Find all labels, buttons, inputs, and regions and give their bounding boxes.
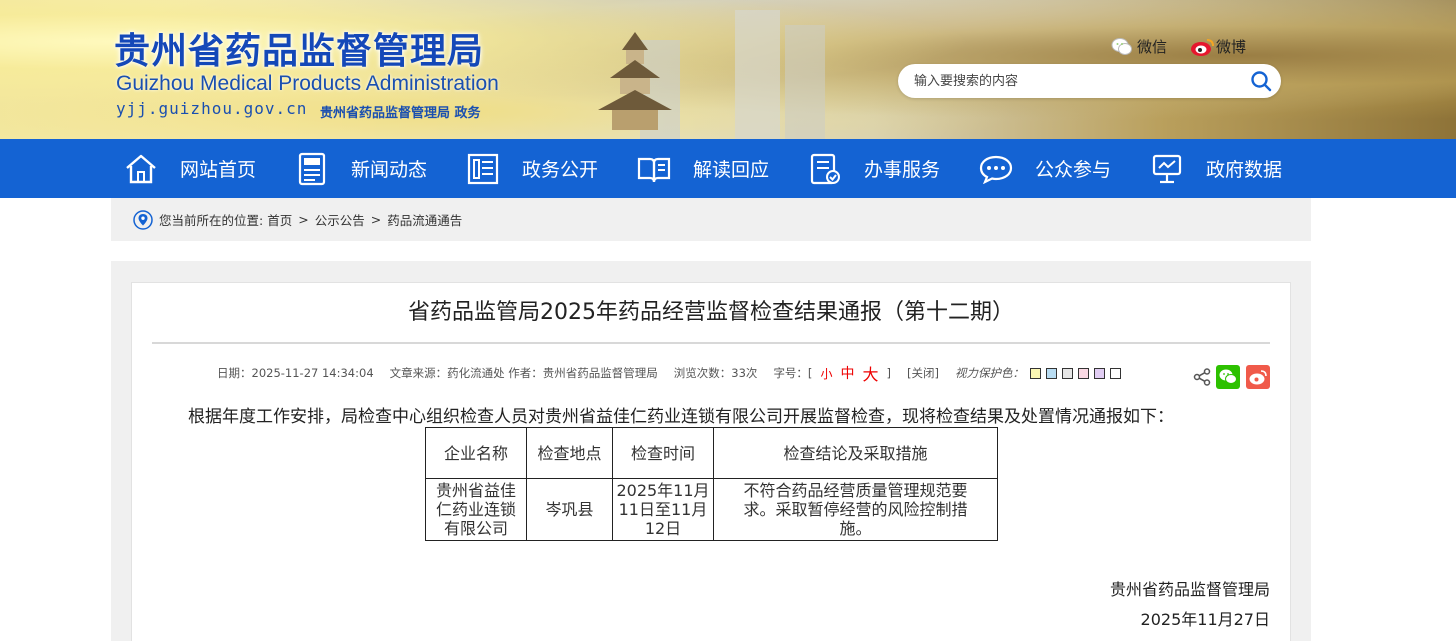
wechat-icon [1219, 369, 1237, 384]
search-input[interactable] [898, 64, 1241, 98]
close-window-link[interactable]: [关闭] [907, 365, 939, 381]
font-size-medium-button[interactable]: 中 [840, 363, 854, 383]
site-tag: 贵州省药品监督管理局 政务 [320, 106, 481, 121]
open-book-icon [637, 152, 671, 186]
nav-item-news[interactable]: 新闻动态 [281, 139, 452, 198]
color-swatch-gray[interactable] [1061, 367, 1073, 379]
eye-protection-label: 视力保护色： [954, 366, 1024, 380]
header-company: 企业名称 [425, 427, 527, 479]
weibo-icon [1190, 37, 1214, 57]
search-bar [898, 64, 1281, 98]
location-pin-icon [133, 209, 153, 230]
document-list-icon [466, 152, 500, 186]
header-conclusion: 检查结论及采取措施 [713, 427, 998, 479]
nav-item-gov-affairs[interactable]: 政务公开 [452, 139, 623, 198]
nav-item-gov-data[interactable]: 政府数据 [1136, 139, 1307, 198]
nav-item-services[interactable]: 办事服务 [794, 139, 965, 198]
font-size-small-button[interactable]: 小 [820, 365, 832, 382]
breadcrumb-circulation-link[interactable]: 药品流通通告 [387, 210, 462, 229]
header-location: 检查地点 [526, 427, 613, 479]
article-views: 浏览次数：33次 [673, 366, 758, 380]
breadcrumb: 您当前所在的位置: 首页 > 公示公告 > 药品流通通告 [111, 198, 1311, 241]
nav-label: 公众参与 [1035, 159, 1112, 181]
cell-time: 2025年11月11日至11月12日 [612, 478, 714, 541]
header-banner: 贵州省药品监督管理局 Guizhou Medical Products Admi… [0, 0, 1456, 139]
article-title: 省药品监管局2025年药品经营监督检查结果通报（第十二期） [408, 300, 1014, 325]
inspection-result-table: 企业名称 检查地点 检查时间 检查结论及采取措施 贵州省益佳仁药业连锁有限公司 … [425, 427, 998, 541]
article-meta: 日期：2025-11-27 14:34:04 文章来源：药化流通处 作者：贵州省… [217, 361, 1121, 385]
cell-conclusion: 不符合药品经营质量管理规范要求。采取暂停经营的风险控制措施。 [713, 478, 998, 541]
pagoda-illustration [598, 32, 672, 130]
title-divider [152, 342, 1270, 344]
main-nav: 网站首页 新闻动态 政务公开 解读回应 办事服务 公众参与 政府数据 [0, 139, 1456, 198]
article-intro: 根据年度工作安排，局检查中心组织检查人员对贵州省益佳仁药业连锁有限公司开展监督检… [188, 407, 1174, 427]
weibo-link[interactable]: 微博 [1190, 36, 1246, 57]
weibo-icon [1249, 370, 1267, 385]
color-swatch-yellow[interactable] [1029, 367, 1041, 379]
header-time: 检查时间 [612, 427, 714, 479]
wechat-icon [1111, 37, 1133, 57]
color-swatch-pink[interactable] [1077, 367, 1089, 379]
site-subtitle-en: Guizhou Medical Products Administration [116, 72, 499, 95]
signature-date: 2025年11月27日 [1140, 610, 1270, 629]
font-size-bracket: ] [886, 366, 891, 380]
cell-company: 贵州省益佳仁药业连锁有限公司 [425, 478, 527, 541]
breadcrumb-home-link[interactable]: 首页 [267, 210, 292, 229]
breadcrumb-separator: > [370, 212, 382, 227]
article-source: 文章来源：药化流通处 作者：贵州省药品监督管理局 [389, 366, 658, 380]
data-screen-icon [1150, 152, 1184, 186]
search-button[interactable] [1241, 64, 1281, 98]
nav-item-interpretation[interactable]: 解读回应 [623, 139, 794, 198]
nav-item-participation[interactable]: 公众参与 [965, 139, 1136, 198]
home-icon [124, 152, 158, 186]
nav-label: 政府数据 [1206, 159, 1283, 181]
share-weibo-button[interactable] [1246, 365, 1270, 389]
table-row: 贵州省益佳仁药业连锁有限公司 岑巩县 2025年11月11日至11月12日 不符… [425, 478, 998, 541]
nav-label: 网站首页 [180, 159, 257, 181]
cell-location: 岑巩县 [526, 478, 613, 541]
article-date: 日期：2025-11-27 14:34:04 [217, 366, 374, 380]
site-domain: yjj.guizhou.gov.cn [116, 99, 308, 118]
form-icon [808, 152, 842, 186]
news-icon [295, 152, 329, 186]
color-swatch-blue[interactable] [1045, 367, 1057, 379]
nav-label: 办事服务 [864, 159, 941, 181]
font-size-large-button[interactable]: 大 [862, 361, 878, 385]
color-swatch-white[interactable] [1109, 367, 1121, 379]
color-swatch-purple[interactable] [1093, 367, 1105, 379]
table-header-row: 企业名称 检查地点 检查时间 检查结论及采取措施 [425, 427, 998, 479]
wechat-link[interactable]: 微信 [1111, 36, 1167, 57]
site-title: 贵州省药品监督管理局 [114, 31, 485, 72]
breadcrumb-separator: > [298, 212, 309, 227]
share-icon [1193, 368, 1211, 386]
breadcrumb-announcements-link[interactable]: 公示公告 [315, 210, 365, 229]
share-button[interactable] [1192, 367, 1212, 387]
signature-org: 贵州省药品监督管理局 [1109, 580, 1270, 599]
wechat-label: 微信 [1137, 38, 1168, 56]
search-icon [1251, 71, 1272, 92]
share-wechat-button[interactable] [1216, 365, 1240, 389]
font-size-label: 字号：[ [773, 366, 813, 380]
weibo-label: 微博 [1216, 38, 1247, 56]
chat-bubble-icon [979, 152, 1013, 186]
nav-label: 新闻动态 [351, 159, 428, 181]
nav-label: 解读回应 [693, 159, 770, 181]
breadcrumb-prefix: 您当前所在的位置: [159, 213, 264, 228]
nav-label: 政务公开 [522, 159, 599, 181]
nav-item-home[interactable]: 网站首页 [110, 139, 281, 198]
